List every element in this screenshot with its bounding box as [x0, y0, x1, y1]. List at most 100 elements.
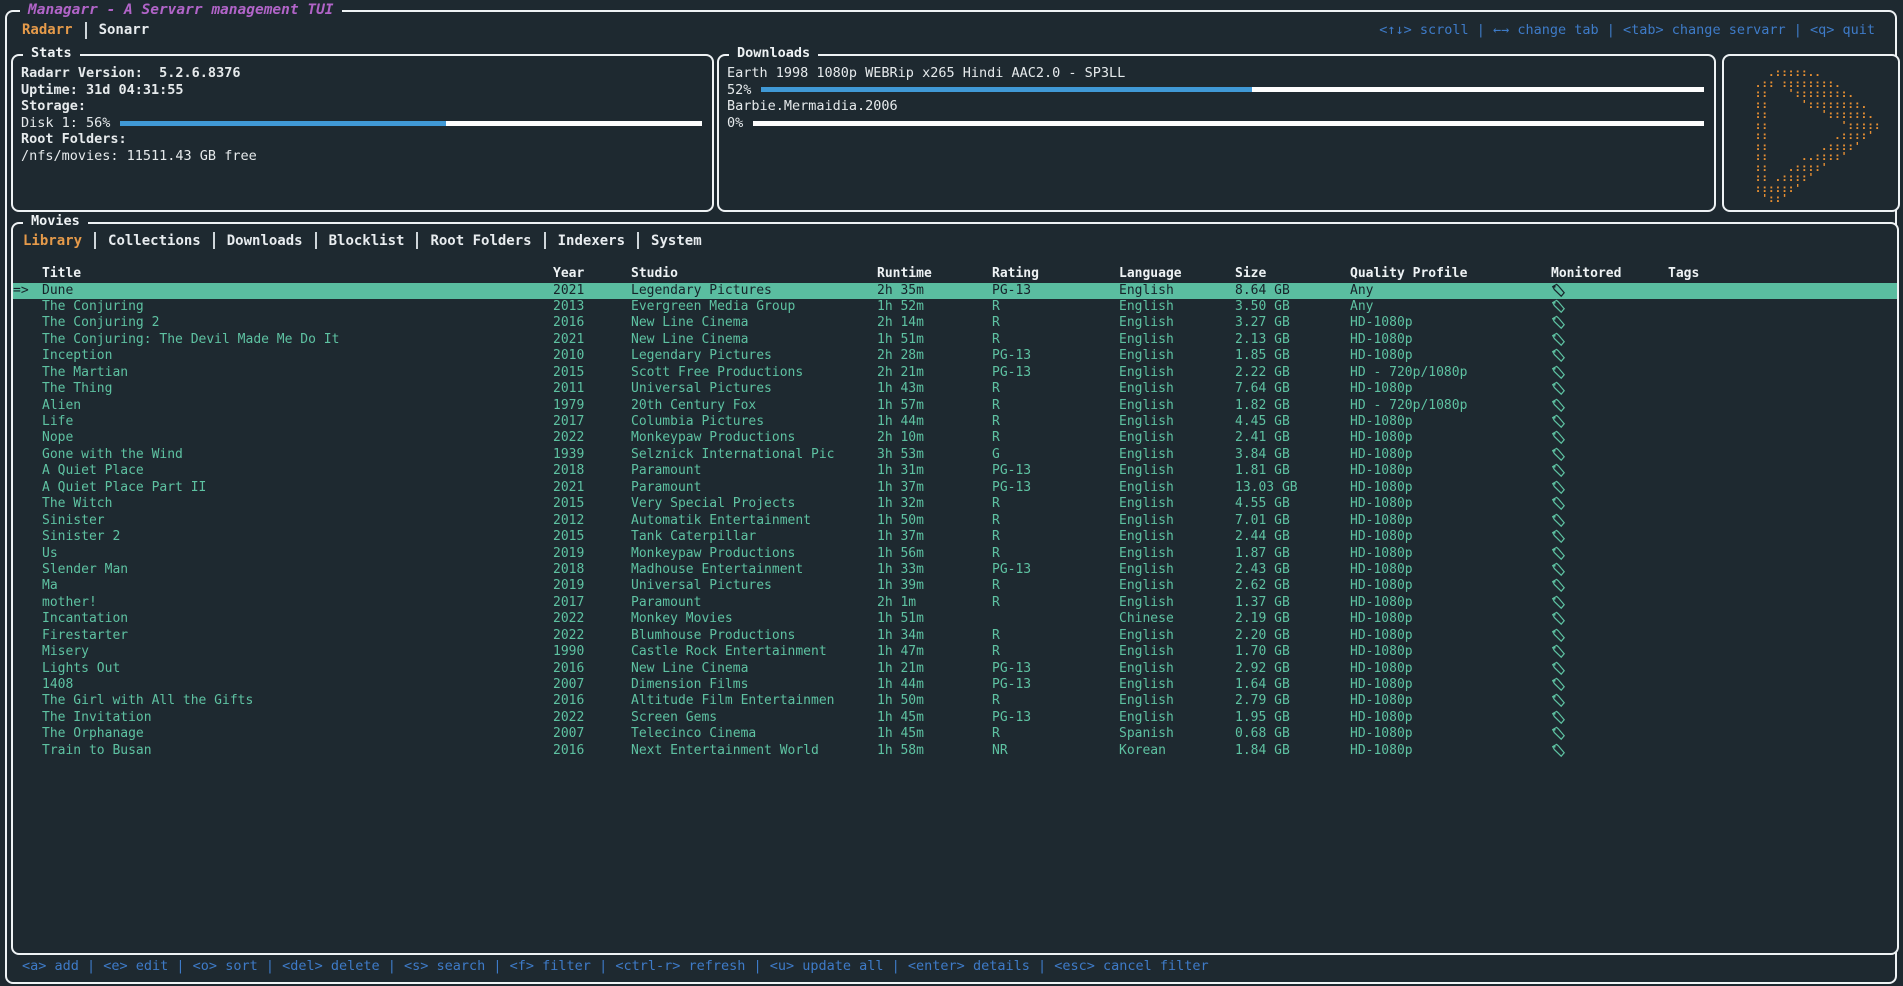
cell-rating: PG-13: [992, 365, 1119, 381]
cell-marker: [13, 398, 42, 414]
tab-system[interactable]: System: [651, 233, 702, 249]
cell-rating: G: [992, 447, 1119, 463]
cell-runtime: 1h 57m: [877, 398, 992, 414]
tab-collections[interactable]: Collections: [108, 233, 201, 249]
cell-quality-profile: HD-1080p: [1350, 463, 1551, 479]
cell-runtime: 1h 51m: [877, 332, 992, 348]
cell-runtime: 2h 14m: [877, 315, 992, 331]
cell-language: English: [1119, 562, 1235, 578]
table-row[interactable]: Nope2022Monkeypaw Productions2h 10mREngl…: [13, 430, 1897, 446]
table-row[interactable]: Inception2010Legendary Pictures2h 28mPG-…: [13, 348, 1897, 364]
cell-year: 2016: [553, 693, 631, 709]
table-row[interactable]: Incantation2022Monkey Movies1h 51mChines…: [13, 611, 1897, 627]
cell-tags: [1668, 398, 1897, 414]
cell-tags: [1668, 529, 1897, 545]
cell-tags: [1668, 430, 1897, 446]
cell-rating: [992, 611, 1119, 627]
cell-studio: New Line Cinema: [631, 661, 877, 677]
tab-separator: [416, 232, 418, 249]
cell-language: English: [1119, 430, 1235, 446]
table-row[interactable]: Gone with the Wind1939Selznick Internati…: [13, 447, 1897, 463]
col-year: Year: [553, 266, 631, 282]
table-row[interactable]: Us2019Monkeypaw Productions1h 56mREnglis…: [13, 546, 1897, 562]
table-row[interactable]: A Quiet Place Part II2021Paramount1h 37m…: [13, 480, 1897, 496]
bottom-keybindings: <a> add | <e> edit | <o> sort | <del> de…: [22, 958, 1209, 974]
table-row[interactable]: The Orphanage2007Telecinco Cinema1h 45mR…: [13, 726, 1897, 742]
tab-blocklist[interactable]: Blocklist: [329, 233, 405, 249]
cell-title: The Girl with All the Gifts: [42, 693, 553, 709]
table-row[interactable]: Sinister2012Automatik Entertainment1h 50…: [13, 513, 1897, 529]
table-row[interactable]: Train to Busan2016Next Entertainment Wor…: [13, 743, 1897, 759]
monitored-tag-icon: [1551, 447, 1668, 463]
table-row[interactable]: The Martian2015Scott Free Productions2h …: [13, 365, 1897, 381]
cell-rating: R: [992, 315, 1119, 331]
table-row[interactable]: The Girl with All the Gifts2016Altitude …: [13, 693, 1897, 709]
table-row[interactable]: Misery1990Castle Rock Entertainment1h 47…: [13, 644, 1897, 660]
cell-studio: Evergreen Media Group: [631, 299, 877, 315]
cell-tags: [1668, 365, 1897, 381]
servarr-tab-radarr[interactable]: Radarr: [22, 22, 73, 38]
cell-size: 1.84 GB: [1235, 743, 1350, 759]
cell-size: 2.20 GB: [1235, 628, 1350, 644]
table-row[interactable]: The Witch2015Very Special Projects1h 32m…: [13, 496, 1897, 512]
servarr-tab-sonarr[interactable]: Sonarr: [99, 22, 150, 38]
cell-quality-profile: HD-1080p: [1350, 595, 1551, 611]
cell-quality-profile: HD-1080p: [1350, 332, 1551, 348]
cell-language: English: [1119, 496, 1235, 512]
monitored-tag-icon: [1551, 332, 1668, 348]
table-row[interactable]: Firestarter2022Blumhouse Productions1h 3…: [13, 628, 1897, 644]
cell-title: The Invitation: [42, 710, 553, 726]
tab-library[interactable]: Library: [23, 233, 82, 249]
table-row[interactable]: The Conjuring: The Devil Made Me Do It20…: [13, 332, 1897, 348]
cell-marker: [13, 480, 42, 496]
movies-table-body: =>Dune2021Legendary Pictures2h 35mPG-13E…: [13, 283, 1897, 760]
cell-rating: R: [992, 595, 1119, 611]
cell-quality-profile: HD-1080p: [1350, 644, 1551, 660]
cell-year: 2019: [553, 546, 631, 562]
cell-studio: Legendary Pictures: [631, 348, 877, 364]
tab-root-folders[interactable]: Root Folders: [430, 233, 531, 249]
table-row[interactable]: Life2017Columbia Pictures1h 44mREnglish4…: [13, 414, 1897, 430]
cell-tags: [1668, 513, 1897, 529]
table-row[interactable]: The Conjuring 22016New Line Cinema2h 14m…: [13, 315, 1897, 331]
logo-panel: .:::::.. .:: ::::::::. :: '::::::::. :: …: [1722, 54, 1900, 212]
cell-runtime: 1h 37m: [877, 480, 992, 496]
cell-year: 2013: [553, 299, 631, 315]
table-row[interactable]: The Thing2011Universal Pictures1h 43mREn…: [13, 381, 1897, 397]
cell-tags: [1668, 644, 1897, 660]
table-row[interactable]: Ma2019Universal Pictures1h 39mREnglish2.…: [13, 578, 1897, 594]
radarr-logo: .:::::.. .:: ::::::::. :: '::::::::. :: …: [1741, 68, 1880, 210]
cell-title: Us: [42, 546, 553, 562]
table-row[interactable]: Lights Out2016New Line Cinema1h 21mPG-13…: [13, 661, 1897, 677]
cell-runtime: 1h 56m: [877, 546, 992, 562]
table-row[interactable]: =>Dune2021Legendary Pictures2h 35mPG-13E…: [13, 283, 1897, 299]
table-row[interactable]: Sinister 22015Tank Caterpillar1h 37mREng…: [13, 529, 1897, 545]
cell-marker: [13, 332, 42, 348]
cell-title: The Conjuring: The Devil Made Me Do It: [42, 332, 553, 348]
table-row[interactable]: Alien197920th Century Fox1h 57mREnglish1…: [13, 398, 1897, 414]
cell-title: Dune: [42, 283, 553, 299]
tab-separator: [637, 232, 639, 249]
table-row[interactable]: mother!2017Paramount2h 1mREnglish1.37 GB…: [13, 595, 1897, 611]
cell-marker: [13, 315, 42, 331]
cell-size: 2.92 GB: [1235, 661, 1350, 677]
cell-title: Firestarter: [42, 628, 553, 644]
cell-title: The Martian: [42, 365, 553, 381]
table-row[interactable]: 14082007Dimension Films1h 44mPG-13Englis…: [13, 677, 1897, 693]
table-row[interactable]: The Conjuring2013Evergreen Media Group1h…: [13, 299, 1897, 315]
cell-rating: R: [992, 398, 1119, 414]
cell-runtime: 1h 44m: [877, 677, 992, 693]
tab-indexers[interactable]: Indexers: [558, 233, 625, 249]
cell-marker: [13, 628, 42, 644]
cell-runtime: 1h 45m: [877, 710, 992, 726]
monitored-tag-icon: [1551, 299, 1668, 315]
cell-year: 2016: [553, 315, 631, 331]
cell-marker: [13, 447, 42, 463]
table-row[interactable]: The Invitation2022Screen Gems1h 45mPG-13…: [13, 710, 1897, 726]
tab-downloads[interactable]: Downloads: [227, 233, 303, 249]
table-row[interactable]: Slender Man2018Madhouse Entertainment1h …: [13, 562, 1897, 578]
table-row[interactable]: A Quiet Place2018Paramount1h 31mPG-13Eng…: [13, 463, 1897, 479]
cell-size: 1.85 GB: [1235, 348, 1350, 364]
cell-quality-profile: HD-1080p: [1350, 447, 1551, 463]
cell-marker: [13, 595, 42, 611]
